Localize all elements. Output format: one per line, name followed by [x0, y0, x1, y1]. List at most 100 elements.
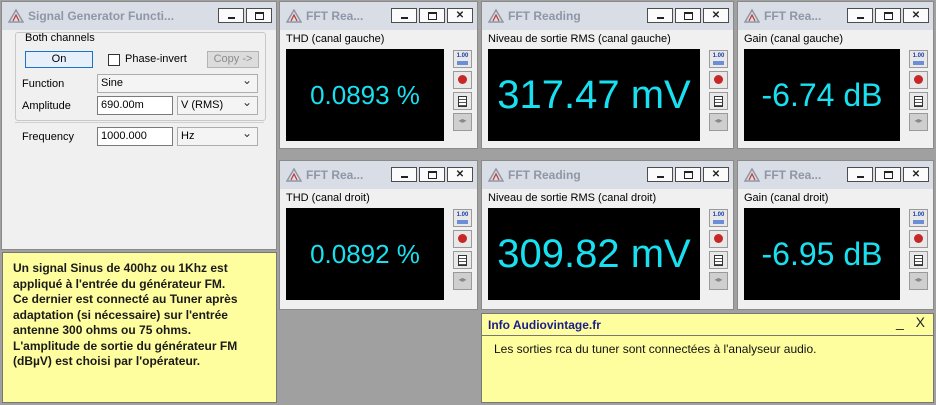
reading-display: 0.0893 %: [286, 49, 444, 141]
probe-icon[interactable]: [909, 230, 928, 248]
signal-generator-window: Signal Generator Functi... Both channels…: [1, 1, 277, 250]
info-note: Info Audiovintage.fr _ X Les sorties rca…: [481, 313, 934, 403]
close-icon[interactable]: [703, 167, 729, 182]
list-icon[interactable]: [709, 92, 728, 110]
window-title: FFT Reading: [508, 9, 581, 23]
reading-display: -6.95 dB: [744, 208, 900, 300]
function-select[interactable]: Sine: [97, 72, 258, 93]
title-bar[interactable]: FFT Reading: [482, 2, 733, 30]
copy-button[interactable]: Copy ->: [207, 51, 259, 68]
arrows-icon[interactable]: [909, 113, 928, 131]
minimize-icon[interactable]: [218, 8, 244, 23]
phase-invert-checkbox[interactable]: [108, 54, 120, 66]
title-bar[interactable]: FFT Rea...: [280, 2, 477, 30]
title-bar[interactable]: FFT Rea...: [738, 2, 933, 30]
close-icon[interactable]: [903, 8, 929, 23]
reading-subtitle: Niveau de sortie RMS (canal droit): [488, 192, 657, 204]
probe-icon[interactable]: [709, 230, 728, 248]
arrows-icon[interactable]: [709, 272, 728, 290]
frequency-label: Frequency: [22, 131, 74, 143]
arrows-icon[interactable]: [453, 272, 472, 290]
scale-icon[interactable]: [453, 50, 472, 68]
fft-reading-window-gain-left: FFT Rea... Gain (canal gauche) -6.74 dB: [737, 1, 934, 149]
maximize-icon[interactable]: [419, 8, 445, 23]
scale-icon[interactable]: [909, 50, 928, 68]
minimize-icon[interactable]: [847, 8, 873, 23]
channels-label: Both channels: [25, 32, 95, 44]
fft-app-icon: [488, 9, 504, 23]
fft-app-icon: [286, 9, 302, 23]
arrows-icon[interactable]: [709, 113, 728, 131]
maximize-icon[interactable]: [675, 167, 701, 182]
probe-icon[interactable]: [709, 71, 728, 89]
fft-app-icon: [744, 168, 760, 182]
fft-app-icon: [286, 168, 302, 182]
description-note: Un signal Sinus de 400hz ou 1Khz est app…: [2, 252, 277, 403]
close-icon[interactable]: [447, 167, 473, 182]
window-title: FFT Rea...: [306, 9, 364, 23]
amplitude-unit-select[interactable]: V (RMS): [177, 94, 258, 115]
minimize-icon[interactable]: [391, 167, 417, 182]
list-icon[interactable]: [453, 92, 472, 110]
minimize-icon[interactable]: [647, 167, 673, 182]
phase-invert-label: Phase-invert: [125, 53, 187, 65]
title-bar[interactable]: Signal Generator Functi...: [2, 2, 276, 30]
on-button[interactable]: On: [25, 51, 93, 68]
reading-display: -6.74 dB: [744, 49, 900, 141]
maximize-icon[interactable]: [875, 167, 901, 182]
frequency-unit-select[interactable]: Hz: [177, 125, 258, 146]
probe-icon[interactable]: [453, 71, 472, 89]
reading-display: 317.47 mV: [488, 49, 700, 141]
minimize-icon[interactable]: [391, 8, 417, 23]
list-icon[interactable]: [453, 251, 472, 269]
title-bar[interactable]: FFT Rea...: [280, 161, 477, 189]
reading-subtitle: THD (canal gauche): [286, 33, 385, 45]
function-label: Function: [22, 78, 65, 90]
scale-icon[interactable]: [909, 209, 928, 227]
minimize-icon[interactable]: [847, 167, 873, 182]
title-bar[interactable]: FFT Reading: [482, 161, 733, 189]
info-text: Les sorties rca du tuner sont connectées…: [494, 342, 817, 356]
info-title: Info Audiovintage.fr: [488, 318, 601, 332]
window-title: FFT Rea...: [764, 9, 822, 23]
list-icon[interactable]: [909, 92, 928, 110]
separator: [482, 335, 933, 336]
minimize-icon[interactable]: [647, 8, 673, 23]
probe-icon[interactable]: [453, 230, 472, 248]
arrows-icon[interactable]: [453, 113, 472, 131]
title-bar[interactable]: FFT Rea...: [738, 161, 933, 189]
probe-icon[interactable]: [909, 71, 928, 89]
close-icon[interactable]: [903, 167, 929, 182]
maximize-icon[interactable]: [675, 8, 701, 23]
list-icon[interactable]: [909, 251, 928, 269]
reading-display: 0.0892 %: [286, 208, 444, 300]
window-title: FFT Reading: [508, 168, 581, 182]
arrows-icon[interactable]: [909, 272, 928, 290]
note-window-controls[interactable]: _ X: [896, 314, 929, 330]
reading-display: 309.82 mV: [488, 208, 700, 300]
description-text: Un signal Sinus de 400hz ou 1Khz est app…: [13, 261, 238, 368]
scale-icon[interactable]: [709, 50, 728, 68]
list-icon[interactable]: [709, 251, 728, 269]
fft-app-icon: [488, 168, 504, 182]
reading-subtitle: THD (canal droit): [286, 192, 370, 204]
window-title: Signal Generator Functi...: [28, 9, 175, 23]
close-icon[interactable]: [447, 8, 473, 23]
maximize-icon[interactable]: [875, 8, 901, 23]
scale-icon[interactable]: [709, 209, 728, 227]
amplitude-input[interactable]: 690.00m: [97, 96, 173, 115]
fft-reading-window-rms-right: FFT Reading Niveau de sortie RMS (canal …: [481, 160, 734, 310]
window-title: FFT Rea...: [306, 168, 364, 182]
scale-icon[interactable]: [453, 209, 472, 227]
reading-subtitle: Gain (canal gauche): [744, 33, 844, 45]
reading-subtitle: Gain (canal droit): [744, 192, 829, 204]
fft-app-icon: [8, 9, 24, 23]
reading-subtitle: Niveau de sortie RMS (canal gauche): [488, 33, 671, 45]
maximize-icon[interactable]: [246, 8, 272, 23]
fft-reading-window-thd-right: FFT Rea... THD (canal droit) 0.0892 %: [279, 160, 478, 310]
frequency-input[interactable]: 1000.000: [97, 127, 173, 146]
maximize-icon[interactable]: [419, 167, 445, 182]
close-icon[interactable]: [703, 8, 729, 23]
fft-reading-window-thd-left: FFT Rea... THD (canal gauche) 0.0893 %: [279, 1, 478, 149]
fft-reading-window-rms-left: FFT Reading Niveau de sortie RMS (canal …: [481, 1, 734, 149]
